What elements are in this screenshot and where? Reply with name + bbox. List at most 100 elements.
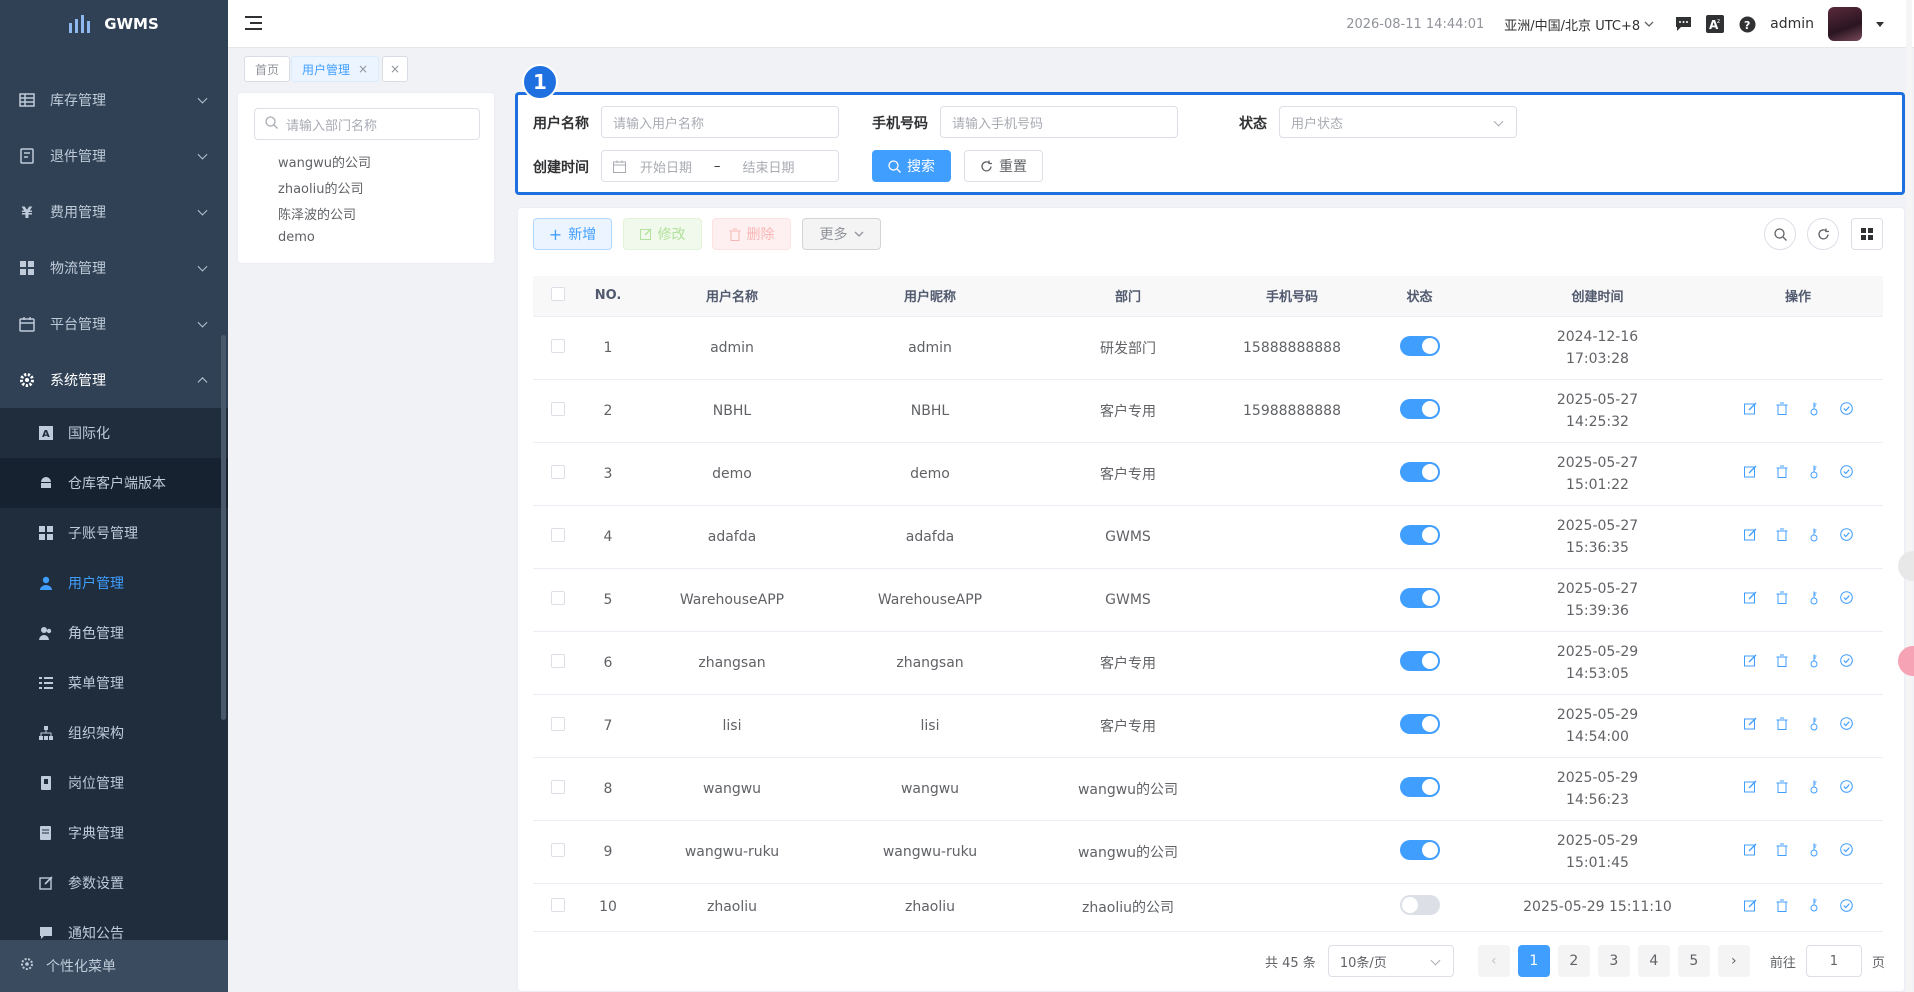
table-row[interactable]: 3 demo demo 客户专用 2025-05-27 15:01:22 xyxy=(533,442,1883,506)
sidebar-item-client-version[interactable]: 仓库客户端版本 xyxy=(0,458,228,508)
page-button[interactable]: 1 xyxy=(1517,945,1550,977)
delete-user-button[interactable] xyxy=(1774,843,1790,860)
caret-down-icon[interactable] xyxy=(1876,21,1884,27)
timezone-select[interactable]: 亚洲/中国/北京 UTC+8 xyxy=(1504,15,1654,34)
select-all-checkbox[interactable] xyxy=(551,286,565,301)
edit-user-button[interactable] xyxy=(1742,402,1758,419)
sidebar-item-users[interactable]: 用户管理 xyxy=(0,558,228,608)
sidebar-item-dict[interactable]: 字典管理 xyxy=(0,808,228,858)
username[interactable]: admin xyxy=(1770,16,1814,32)
row-checkbox[interactable] xyxy=(551,527,565,542)
menu-returns[interactable]: 退件管理 xyxy=(0,128,228,184)
avatar[interactable] xyxy=(1828,7,1862,41)
chat-icon[interactable] xyxy=(1674,15,1692,33)
custom-menu-button[interactable]: 个性化菜单 xyxy=(0,940,228,992)
delete-user-button[interactable] xyxy=(1774,654,1790,671)
menu-platform[interactable]: 平台管理 xyxy=(0,296,228,352)
reset-password-button[interactable] xyxy=(1806,402,1822,419)
row-checkbox[interactable] xyxy=(551,653,565,668)
reset-password-button[interactable] xyxy=(1806,780,1822,797)
reset-password-button[interactable] xyxy=(1806,843,1822,860)
page-button[interactable]: 4 xyxy=(1637,945,1670,977)
status-toggle[interactable] xyxy=(1399,587,1440,608)
sidebar-item-org[interactable]: 组织架构 xyxy=(0,708,228,758)
sidebar-item-sub-accounts[interactable]: 子账号管理 xyxy=(0,508,228,558)
row-checkbox[interactable] xyxy=(551,338,565,353)
table-row[interactable]: 4 adafda adafda GWMS 2025-05-27 15:36:35 xyxy=(533,505,1883,569)
goto-page-input[interactable]: 1 xyxy=(1805,945,1862,977)
assign-role-button[interactable] xyxy=(1838,717,1854,734)
reset-password-button[interactable] xyxy=(1806,898,1822,915)
table-row[interactable]: 2 NBHL NBHL 客户专用 15988888888 2025-05-27 14:25:… xyxy=(533,379,1883,443)
assign-role-button[interactable] xyxy=(1838,654,1854,671)
page-button[interactable]: 5 xyxy=(1677,945,1710,977)
sidebar-item-menus[interactable]: 菜单管理 xyxy=(0,658,228,708)
sidebar-item-i18n[interactable]: A 国际化 xyxy=(0,408,228,458)
reset-password-button[interactable] xyxy=(1806,528,1822,545)
sidebar-item-params[interactable]: 参数设置 xyxy=(0,858,228,908)
start-date-placeholder[interactable]: 开始日期 xyxy=(640,157,692,176)
row-checkbox[interactable] xyxy=(551,464,565,479)
row-checkbox[interactable] xyxy=(551,898,565,912)
reset-password-button[interactable] xyxy=(1806,654,1822,671)
edit-user-button[interactable] xyxy=(1742,465,1758,482)
status-toggle[interactable] xyxy=(1399,461,1440,482)
table-row[interactable]: 10 zhaoliu zhaoliu zhaoliu的公司 2025-05-29 15:… xyxy=(533,883,1883,932)
prev-page-button[interactable]: ‹ xyxy=(1477,945,1510,977)
tree-node[interactable]: zhaoliu的公司 xyxy=(278,178,363,197)
page-button[interactable]: 3 xyxy=(1597,945,1630,977)
status-toggle[interactable] xyxy=(1399,650,1440,671)
close-all-tabs-button[interactable]: × xyxy=(382,56,408,82)
phone-input[interactable]: 请输入手机号码 xyxy=(940,106,1178,138)
tree-node[interactable]: demo xyxy=(278,230,315,245)
end-date-placeholder[interactable]: 结束日期 xyxy=(743,157,795,176)
assign-role-button[interactable] xyxy=(1838,898,1854,915)
assign-role-button[interactable] xyxy=(1838,591,1854,608)
delete-user-button[interactable] xyxy=(1774,717,1790,734)
status-toggle[interactable] xyxy=(1399,398,1440,419)
tab-home[interactable]: 首页 xyxy=(244,56,291,82)
menu-fees[interactable]: ¥ 费用管理 xyxy=(0,184,228,240)
status-toggle[interactable] xyxy=(1399,839,1440,860)
assign-role-button[interactable] xyxy=(1838,402,1854,419)
edit-user-button[interactable] xyxy=(1742,780,1758,797)
edit-user-button[interactable] xyxy=(1742,591,1758,608)
delete-user-button[interactable] xyxy=(1774,528,1790,545)
status-toggle[interactable] xyxy=(1399,524,1440,545)
sidebar-scrollbar[interactable] xyxy=(221,335,226,720)
row-checkbox[interactable] xyxy=(551,716,565,731)
menu-toggle-icon[interactable] xyxy=(245,16,262,30)
status-toggle[interactable] xyxy=(1399,335,1440,356)
toggle-search-button[interactable] xyxy=(1764,218,1796,250)
tab-user-management[interactable]: 用户管理 × xyxy=(291,56,380,82)
edit-user-button[interactable] xyxy=(1742,528,1758,545)
delete-user-button[interactable] xyxy=(1774,465,1790,482)
assign-role-button[interactable] xyxy=(1838,528,1854,545)
page-scrollbar[interactable] xyxy=(1906,0,1912,992)
status-toggle[interactable] xyxy=(1399,713,1440,734)
delete-button[interactable]: 删除 xyxy=(712,218,791,250)
status-select[interactable]: 用户状态 xyxy=(1279,106,1517,138)
edit-user-button[interactable] xyxy=(1742,717,1758,734)
menu-system[interactable]: 系统管理 xyxy=(0,352,228,408)
edit-user-button[interactable] xyxy=(1742,899,1758,915)
row-checkbox[interactable] xyxy=(551,401,565,416)
table-row[interactable]: 7 lisi lisi 客户专用 2025-05-29 14:54:00 xyxy=(533,694,1883,758)
table-row[interactable]: 8 wangwu wangwu wangwu的公司 2025-05-29 14:56:23 xyxy=(533,757,1883,821)
reset-password-button[interactable] xyxy=(1806,717,1822,734)
reset-password-button[interactable] xyxy=(1806,591,1822,608)
sidebar-item-roles[interactable]: 角色管理 xyxy=(0,608,228,658)
assign-role-button[interactable] xyxy=(1838,780,1854,797)
delete-user-button[interactable] xyxy=(1774,402,1790,419)
dept-search-input[interactable]: 请输入部门名称 xyxy=(254,108,480,140)
add-button[interactable]: + 新增 xyxy=(533,218,612,250)
row-checkbox[interactable] xyxy=(551,590,565,605)
reset-password-button[interactable] xyxy=(1806,465,1822,482)
font-size-icon[interactable]: Az xyxy=(1706,15,1725,33)
status-toggle[interactable] xyxy=(1399,895,1440,915)
row-checkbox[interactable] xyxy=(551,842,565,857)
columns-button[interactable] xyxy=(1851,218,1883,250)
assign-role-button[interactable] xyxy=(1838,465,1854,482)
refresh-button[interactable] xyxy=(1807,218,1839,250)
delete-user-button[interactable] xyxy=(1774,591,1790,608)
